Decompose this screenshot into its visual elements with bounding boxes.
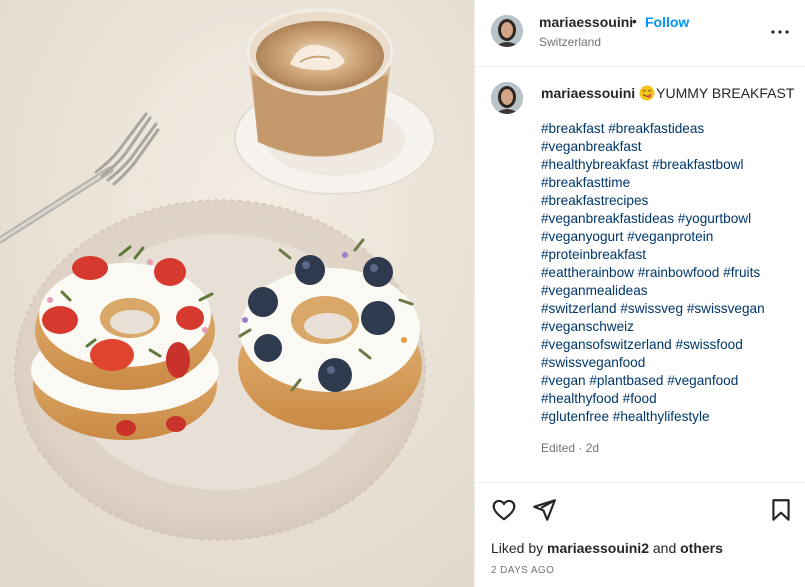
follow-button[interactable]: Follow [645, 14, 689, 30]
hashtag-line[interactable]: #vegan #plantbased #veganfood [541, 372, 796, 390]
author-avatar-image [491, 15, 523, 47]
hashtag-list: #breakfast #breakfastideas #veganbreakfa… [541, 120, 796, 426]
caption-username[interactable]: mariaessouini [541, 85, 635, 101]
face-savoring-food-emoji-icon [639, 85, 655, 101]
hashtag-line[interactable]: #veganyogurt #veganprotein [541, 228, 796, 246]
author-username[interactable]: mariaessouini [539, 14, 633, 30]
share-button[interactable] [531, 497, 557, 523]
hashtag-line[interactable]: #healthyfood #food [541, 390, 796, 408]
post-timestamp[interactable]: 2 DAYS AGO [491, 565, 554, 576]
like-button[interactable] [491, 497, 517, 523]
caption-text: YUMMY BREAKFAST [656, 85, 795, 101]
post-sidebar: mariaessouini • Follow Switzerland maria… [474, 0, 805, 587]
hashtag-line[interactable]: #swissveganfood [541, 354, 796, 372]
breakfast-photo [0, 0, 474, 587]
caption-first-line: mariaessouini YUMMY BREAKFAST [541, 85, 794, 101]
likes-connector: and [652, 540, 677, 556]
post-caption: mariaessouini YUMMY BREAKFAST #breakfast… [475, 67, 805, 483]
post-photo[interactable] [0, 0, 474, 587]
likes-prefix: Liked by [491, 540, 544, 556]
liked-by-user[interactable]: mariaessouini2 [547, 540, 649, 556]
more-horizontal-icon [771, 30, 789, 34]
hashtag-line[interactable]: #breakfasttime [541, 174, 796, 192]
hashtag-line[interactable]: #healthybreakfast #breakfastbowl [541, 156, 796, 174]
post-actions: Liked by mariaessouini2 and others 2 DAY… [475, 483, 805, 587]
hashtag-line[interactable]: #breakfastrecipes [541, 192, 796, 210]
paper-plane-icon [533, 499, 556, 521]
caption-author-avatar[interactable] [491, 82, 523, 114]
hashtag-line[interactable]: #veganbreakfastideas #yogurtbowl [541, 210, 796, 228]
heart-icon [492, 499, 516, 521]
hashtag-line[interactable]: #eattherainbow #rainbowfood #fruits [541, 264, 796, 282]
hashtag-line[interactable]: #breakfast #breakfastideas [541, 120, 796, 138]
more-options-button[interactable] [768, 22, 792, 42]
post-header: mariaessouini • Follow Switzerland [475, 0, 805, 67]
caption-avatar-image [491, 82, 523, 114]
hashtag-line[interactable]: #switzerland #swissveg #swissvegan [541, 300, 796, 318]
likes-summary: Liked by mariaessouini2 and others [491, 540, 723, 556]
edited-label: Edited · 2d [541, 441, 600, 455]
bookmark-icon [772, 499, 790, 521]
hashtag-line[interactable]: #veganmealideas [541, 282, 796, 300]
hashtag-line[interactable]: #veganbreakfast [541, 138, 796, 156]
post-location[interactable]: Switzerland [539, 35, 601, 49]
save-button[interactable] [768, 497, 794, 523]
hashtag-line[interactable]: #vegansofswitzerland #swissfood [541, 336, 796, 354]
hashtag-line[interactable]: #veganschweiz [541, 318, 796, 336]
hashtag-line[interactable]: #proteinbreakfast [541, 246, 796, 264]
header-separator: • [632, 13, 637, 29]
author-avatar[interactable] [491, 15, 523, 47]
hashtag-line[interactable]: #glutenfree #healthylifestyle [541, 408, 796, 426]
liked-by-others-link[interactable]: others [680, 540, 723, 556]
